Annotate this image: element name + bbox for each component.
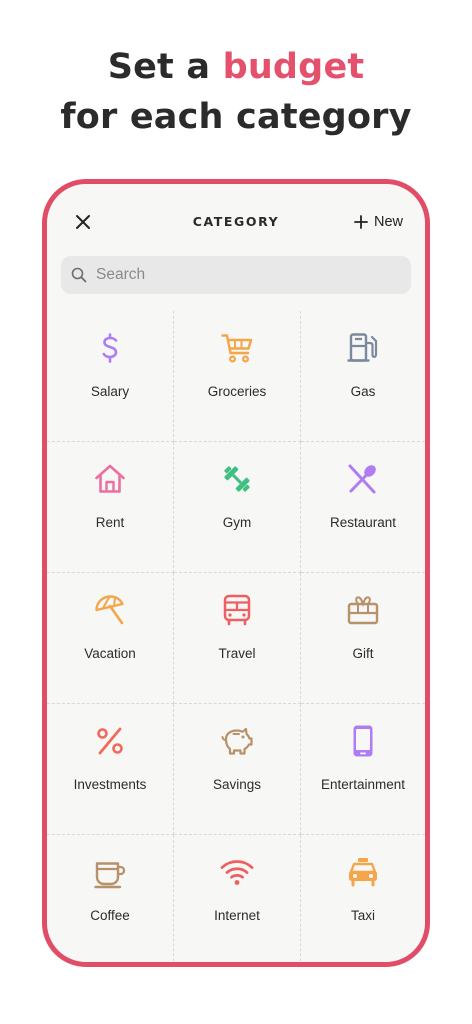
category-restaurant[interactable]: Restaurant [301,442,425,573]
category-label: Investments [73,777,147,792]
category-label: Coffee [90,908,130,923]
dollar-icon [102,333,118,363]
search-input[interactable] [96,266,376,284]
cart-icon [221,334,253,363]
category-label: Salary [90,384,130,399]
category-label: Gym [222,515,252,530]
category-label: Internet [214,908,260,923]
search-icon [71,267,87,283]
plus-icon [354,215,368,229]
category-coffee[interactable]: Coffee [47,835,174,962]
category-label: Savings [212,777,262,792]
headline: Set a budget for each category [0,42,472,142]
gas-pump-icon [347,333,378,362]
bus-icon [223,594,251,626]
category-rent[interactable]: Rent [47,442,174,573]
category-salary[interactable]: Salary [47,311,174,442]
piggy-bank-icon [221,727,253,755]
category-gift[interactable]: Gift [301,573,425,704]
new-category-button[interactable]: New [354,210,403,234]
category-entertainment[interactable]: Entertainment [301,704,425,835]
category-label: Restaurant [329,515,397,530]
house-icon [95,464,125,493]
phone-icon [353,725,373,757]
percent-icon [97,727,123,755]
wifi-icon [220,860,254,885]
category-groceries[interactable]: Groceries [174,311,301,442]
taxi-icon [349,858,377,887]
category-taxi[interactable]: Taxi [301,835,425,962]
category-label: Entertainment [320,777,406,792]
headline-line-2: for each category [60,97,412,137]
umbrella-icon [95,595,124,625]
category-travel[interactable]: Travel [174,573,301,704]
headline-prefix: Set a [107,47,223,87]
category-label: Taxi [350,908,375,923]
category-savings[interactable]: Savings [174,704,301,835]
category-vacation[interactable]: Vacation [47,573,174,704]
utensils-icon [348,464,376,494]
category-label: Gift [352,646,374,661]
search-bar[interactable] [61,256,411,294]
category-label: Travel [218,646,256,661]
category-label: Gas [350,384,376,399]
headline-line-1: Set a budget [0,42,472,92]
headline-accent-word: budget [222,47,365,87]
category-gas[interactable]: Gas [301,311,425,442]
gift-icon [347,596,379,625]
top-bar: CATEGORY New [47,204,425,240]
category-label: Rent [95,515,125,530]
close-icon [76,215,90,229]
category-label: Groceries [207,384,267,399]
coffee-icon [94,862,126,889]
category-investments[interactable]: Investments [47,704,174,835]
dumbbell-icon [224,466,250,492]
category-internet[interactable]: Internet [174,835,301,962]
category-gym[interactable]: Gym [174,442,301,573]
category-label: Vacation [84,646,136,661]
phone-frame: CATEGORY New Salary [42,179,430,967]
close-button[interactable] [73,212,93,232]
category-grid: Salary Groceries Gas Rent Gym Restaurant… [47,311,425,962]
new-button-label: New [373,214,403,230]
